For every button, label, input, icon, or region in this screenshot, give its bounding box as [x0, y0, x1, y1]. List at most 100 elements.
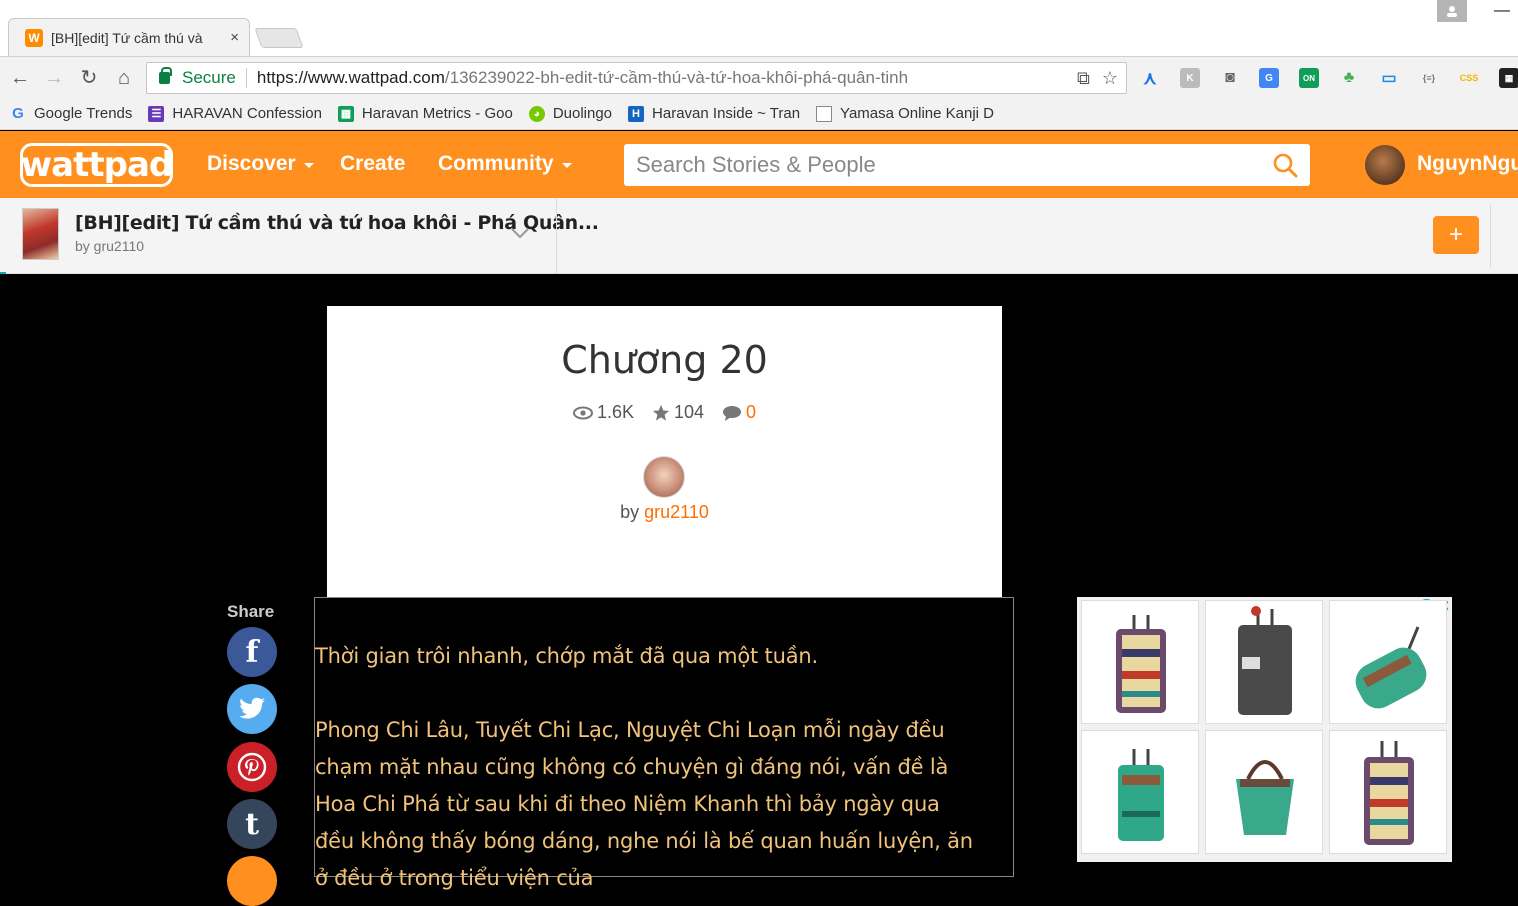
comments-stat[interactable]: 0	[722, 402, 756, 423]
url-path: /136239022-bh-edit-tứ-cầm-thú-và-tứ-hoa-…	[444, 68, 909, 87]
story-cover-image[interactable]	[22, 208, 59, 260]
story-author: by gru2110	[75, 238, 145, 254]
search-box	[624, 144, 1310, 186]
nav-discover[interactable]: Discover	[207, 152, 314, 176]
chevron-down-icon	[561, 163, 572, 168]
ad-product-image[interactable]	[1329, 730, 1447, 854]
chapter-author-line: by gru2110	[327, 502, 1002, 523]
chevron-down-icon[interactable]	[510, 226, 530, 240]
chapter-title: Chương 20	[561, 338, 768, 382]
divider	[1490, 204, 1491, 268]
story-bar: [BH][edit] Tứ cầm thú và tứ hoa khôi - P…	[0, 198, 1518, 274]
twitter-icon[interactable]	[227, 684, 277, 734]
browser-tab[interactable]: W [BH][edit] Tứ cầm thú và ×	[8, 18, 250, 56]
bookmark-label: Google Trends	[34, 105, 133, 122]
tab-close-icon[interactable]: ×	[230, 29, 239, 46]
google-translate-icon[interactable]: G	[1259, 68, 1279, 88]
author-avatar[interactable]	[643, 456, 685, 498]
sheet-icon: ▦	[337, 105, 354, 122]
eye-icon	[572, 406, 593, 419]
bookmark-haravan-confession[interactable]: ☰ HARAVAN Confession	[148, 105, 322, 122]
views-stat: 1.6K	[572, 402, 634, 423]
google-icon: G	[12, 105, 24, 122]
forward-icon[interactable]: →	[42, 66, 66, 90]
username[interactable]: NguynNgu	[1417, 152, 1518, 176]
share-label: Share	[227, 602, 275, 621]
bookmark-label: Duolingo	[552, 105, 613, 122]
bookmark-haravan-inside[interactable]: H Haravan Inside ~ Tran	[628, 105, 800, 122]
address-bar[interactable]: Secure https://www.wattpad.com /13623902…	[146, 62, 1127, 94]
views-count: 1.6K	[596, 402, 634, 422]
page-icon	[816, 105, 833, 122]
bookmark-label: Haravan Metrics - Goo	[361, 105, 513, 122]
duolingo-icon: ◕	[528, 105, 545, 122]
back-icon[interactable]: ←	[8, 66, 32, 90]
tab-strip: W [BH][edit] Tứ cầm thú và × —	[0, 0, 1518, 56]
lock-icon	[159, 67, 172, 84]
bookmark-label: Yamasa Online Kanji D	[840, 105, 995, 122]
ad-product-image[interactable]	[1081, 730, 1199, 854]
chapter-header-card: Chương 20 1.6K 104 0 by gru2110	[327, 306, 1002, 598]
bookmark-yamasa[interactable]: Yamasa Online Kanji D	[816, 105, 994, 122]
wattpad-logo[interactable]: wattpad	[20, 143, 173, 187]
minimize-icon[interactable]: —	[1494, 2, 1514, 22]
ad-product-image[interactable]	[1329, 600, 1447, 724]
votes-stat: 104	[652, 402, 704, 423]
paragraph: Thời gian trôi nhanh, chớp mắt đã qua mộ…	[315, 644, 818, 668]
bookmark-label: HARAVAN Confession	[172, 105, 322, 122]
ad-product-image[interactable]	[1081, 600, 1199, 724]
user-avatar[interactable]	[1365, 145, 1405, 185]
nav-create[interactable]: Create	[340, 152, 405, 176]
form-icon: ☰	[148, 105, 165, 122]
paragraph: Phong Chi Lâu, Tuyết Chi Lạc, Nguyệt Chi…	[315, 718, 973, 890]
secure-label: Secure	[182, 68, 247, 88]
extension-k-icon[interactable]: K	[1180, 68, 1200, 88]
bookmark-google-trends[interactable]: G Google Trends	[10, 105, 132, 122]
nav-community[interactable]: Community	[438, 152, 572, 176]
extension-on-icon[interactable]: ON	[1299, 68, 1319, 88]
json-icon[interactable]: {≡}	[1419, 68, 1439, 88]
extension-dark-icon[interactable]: ▦	[1499, 68, 1518, 88]
reload-icon[interactable]: ↻	[77, 66, 101, 90]
tumblr-icon[interactable]: t	[227, 799, 277, 849]
bookmark-haravan-metrics[interactable]: ▦ Haravan Metrics - Goo	[337, 105, 513, 122]
add-to-library-button[interactable]: +	[1433, 216, 1479, 254]
ad-product-image[interactable]	[1205, 730, 1323, 854]
translate-icon[interactable]: ⧉	[1077, 68, 1090, 89]
nav-community-label: Community	[438, 152, 554, 175]
reading-progress-bar	[0, 272, 6, 274]
star-icon	[652, 404, 670, 421]
css-icon[interactable]: CSS	[1459, 68, 1479, 88]
home-icon[interactable]: ⌂	[112, 66, 136, 90]
by-label: by	[620, 502, 645, 522]
search-icon[interactable]	[1272, 152, 1298, 178]
ad-product-image[interactable]	[1205, 600, 1323, 724]
wattpad-favicon-icon: W	[25, 28, 43, 47]
tab-title: [BH][edit] Tứ cầm thú và	[51, 29, 203, 46]
profile-icon[interactable]	[1437, 0, 1467, 22]
chapter-stats: 1.6K 104 0	[327, 402, 1002, 423]
extension-tool-icon[interactable]: ⋏	[1140, 68, 1160, 88]
facebook-icon[interactable]: f	[227, 627, 277, 677]
bookmark-star-icon[interactable]: ☆	[1102, 68, 1118, 89]
url-host: https://www.wattpad.com	[256, 68, 445, 87]
nav-discover-label: Discover	[207, 152, 296, 175]
bookmarks-bar: G Google Trends ☰ HARAVAN Confession ▦ H…	[0, 98, 1518, 130]
screenshot-icon[interactable]: ▭	[1379, 68, 1399, 88]
comments-count: 0	[746, 402, 757, 422]
comment-icon	[723, 405, 742, 421]
new-tab-button[interactable]	[254, 28, 304, 48]
share-more-icon[interactable]	[227, 856, 277, 906]
divider	[556, 198, 557, 274]
extension-leaf-icon[interactable]: ♣	[1339, 68, 1359, 88]
camera-icon[interactable]: ◙	[1220, 68, 1240, 88]
votes-count: 104	[673, 402, 705, 422]
author-link[interactable]: gru2110	[644, 502, 709, 522]
bookmark-duolingo[interactable]: ◕ Duolingo	[528, 105, 613, 122]
haravan-icon: H	[628, 105, 645, 122]
advertisement[interactable]: i ✕	[1077, 597, 1452, 862]
bookmark-label: Haravan Inside ~ Tran	[652, 105, 801, 122]
pinterest-icon[interactable]	[227, 742, 277, 792]
wattpad-header: wattpad Discover Create Community NguynN…	[0, 131, 1518, 198]
search-input[interactable]	[636, 152, 1256, 178]
